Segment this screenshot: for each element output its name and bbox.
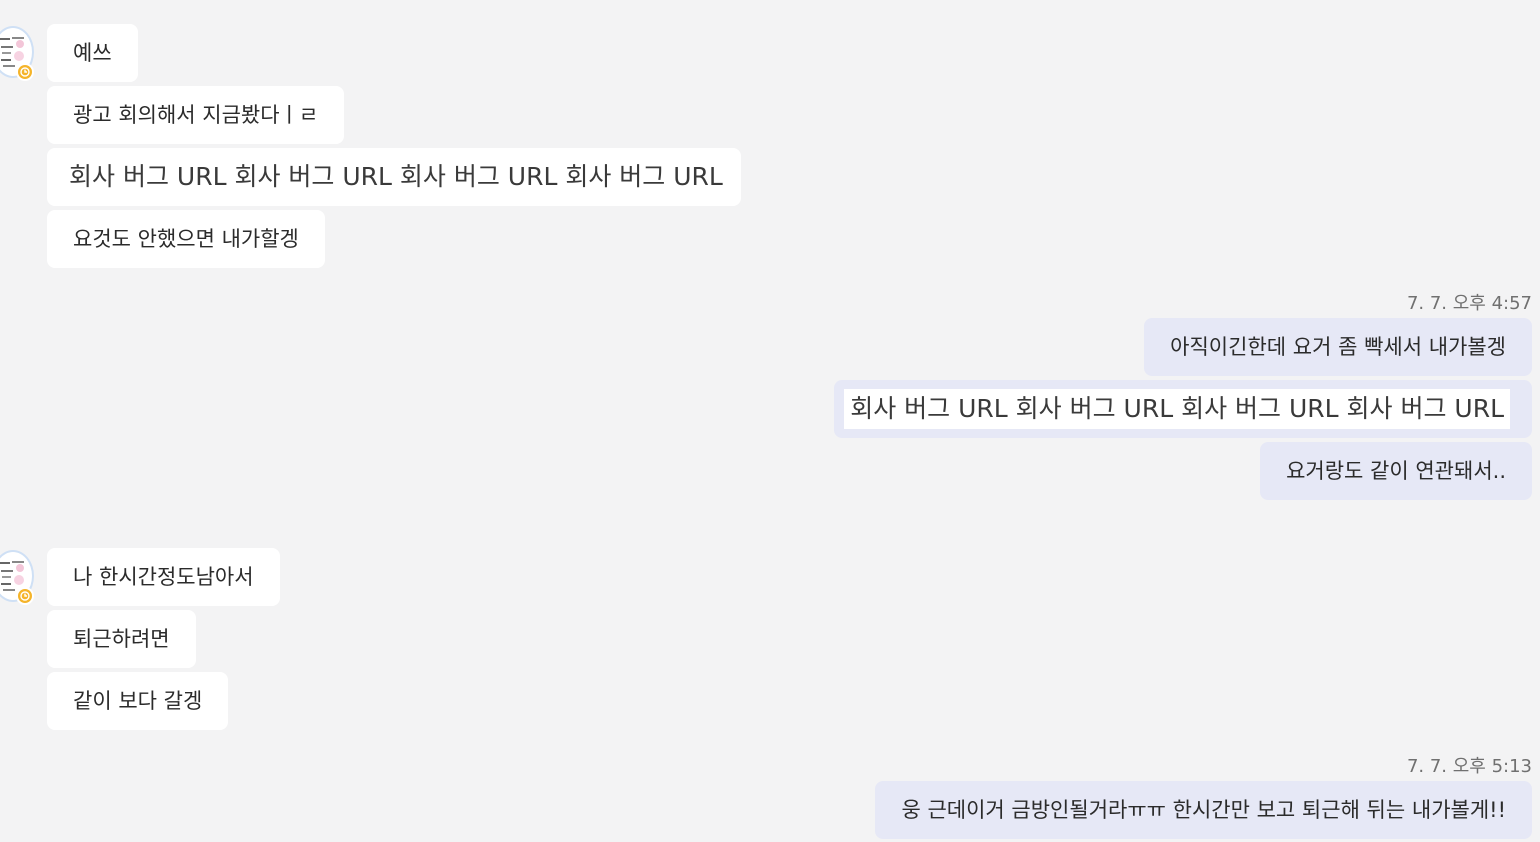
outgoing-message[interactable]: 웅 근데이거 금방인될거라ㅠㅠ 한시간만 보고 퇴근해 뒤는 내가볼게!! xyxy=(875,781,1532,839)
incoming-message[interactable]: 예쓰 xyxy=(47,24,138,82)
incoming-message[interactable]: 광고 회의해서 지금봤다ㅣㄹ xyxy=(47,86,345,144)
message-text: 웅 근데이거 금방인될거라ㅠㅠ 한시간만 보고 퇴근해 뒤는 내가볼게!! xyxy=(901,798,1506,822)
status-clock-icon xyxy=(16,587,34,605)
incoming-message[interactable]: 요것도 안했으면 내가할겡 xyxy=(47,210,325,268)
message-timestamp: 7. 7. 오후 5:13 xyxy=(1406,756,1532,777)
message-text: 요것도 안했으면 내가할겡 xyxy=(73,227,299,251)
message-timestamp: 7. 7. 오후 4:57 xyxy=(1406,293,1532,314)
message-text: 아직이긴한데 요거 좀 빡세서 내가볼겡 xyxy=(1170,335,1506,359)
message-text: 나 한시간정도남아서 xyxy=(73,565,254,589)
message-text: 같이 보다 갈겡 xyxy=(73,689,203,713)
url-link[interactable]: 회사 버그 URL 회사 버그 URL 회사 버그 URL 회사 버그 URL xyxy=(69,163,723,191)
chat-thread: 예쓰 광고 회의해서 지금봤다ㅣㄹ 회사 버그 URL 회사 버그 URL 회사… xyxy=(0,0,1540,842)
clock-icon xyxy=(20,591,30,601)
message-text: 예쓰 xyxy=(73,41,112,65)
status-clock-icon xyxy=(16,63,34,81)
outgoing-message[interactable]: 아직이긴한데 요거 좀 빡세서 내가볼겡 xyxy=(1144,318,1532,376)
outgoing-url-message[interactable]: 회사 버그 URL 회사 버그 URL 회사 버그 URL 회사 버그 URL xyxy=(834,380,1532,438)
incoming-message[interactable]: 퇴근하려면 xyxy=(47,610,196,668)
incoming-url-message[interactable]: 회사 버그 URL 회사 버그 URL 회사 버그 URL 회사 버그 URL xyxy=(47,148,741,206)
incoming-message[interactable]: 같이 보다 갈겡 xyxy=(47,672,229,730)
outgoing-message[interactable]: 요거랑도 같이 연관돼서.. xyxy=(1260,442,1532,500)
url-link[interactable]: 회사 버그 URL 회사 버그 URL 회사 버그 URL 회사 버그 URL xyxy=(844,389,1510,429)
message-text: 광고 회의해서 지금봤다ㅣㄹ xyxy=(73,103,319,127)
message-text: 요거랑도 같이 연관돼서.. xyxy=(1286,459,1506,483)
message-text: 퇴근하려면 xyxy=(73,627,170,651)
incoming-message[interactable]: 나 한시간정도남아서 xyxy=(47,548,280,606)
clock-icon xyxy=(20,67,30,77)
